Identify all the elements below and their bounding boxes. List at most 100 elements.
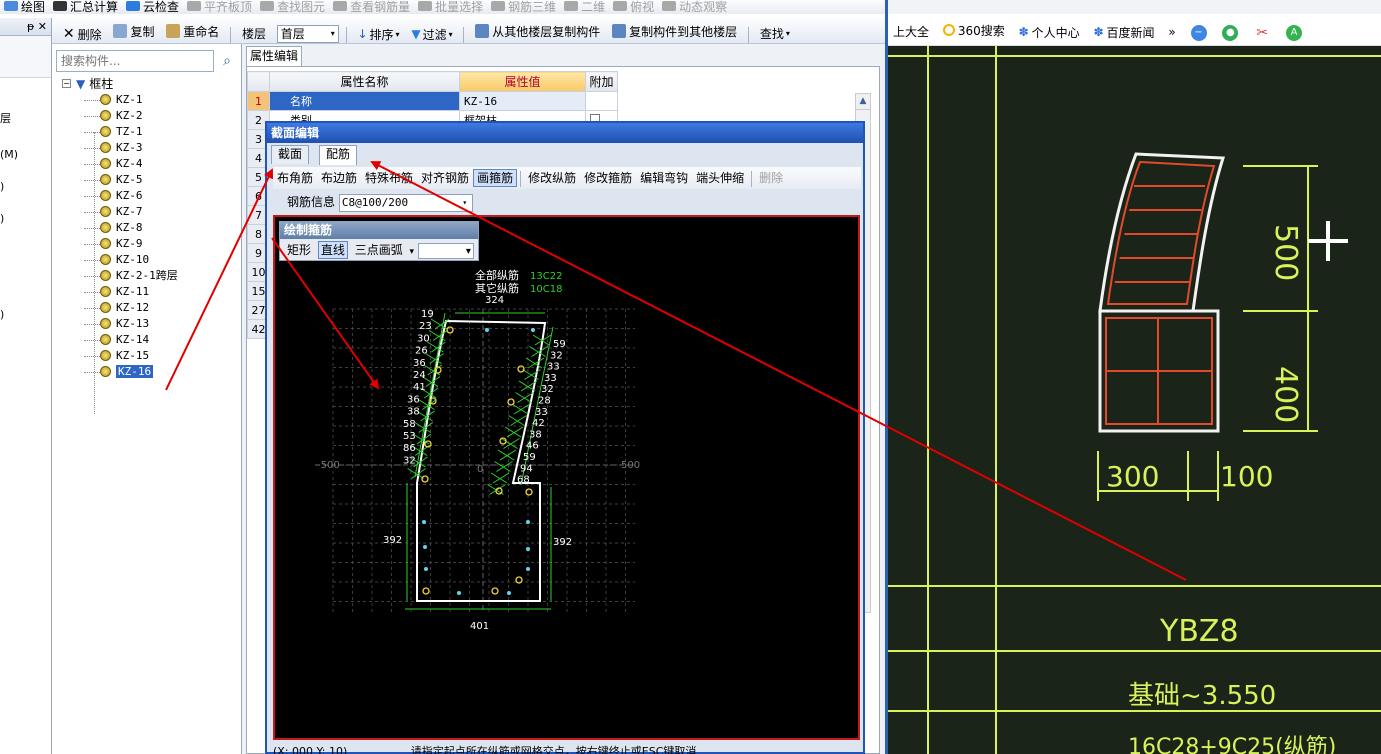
toolbar1-item[interactable]: 查看钢筋量 xyxy=(329,0,414,14)
bookmark-item[interactable]: ✽ 百度新闻 xyxy=(1088,16,1159,45)
collapse-icon[interactable]: − xyxy=(62,79,71,88)
rebar-tool-button[interactable]: 删除 xyxy=(755,171,787,185)
filter-button[interactable]: ▼ 过滤 ▾ xyxy=(407,21,456,43)
tree-item[interactable]: KZ-6 xyxy=(62,188,178,204)
green-icon[interactable]: ● xyxy=(1222,24,1239,41)
photo-column-top xyxy=(1098,152,1226,313)
minus-icon[interactable]: − xyxy=(1190,24,1207,41)
toolbar1-item[interactable]: 批量选择 xyxy=(414,0,487,14)
table-row[interactable]: 1 名称 KZ-16 xyxy=(247,91,618,111)
property-value-cell[interactable]: KZ-16 xyxy=(459,91,586,111)
copy-button[interactable]: 复制 xyxy=(109,18,158,43)
sort-button[interactable]: ↓ 排序 ▾ xyxy=(353,21,403,43)
tool-three-point-arc[interactable]: 三点画弧 xyxy=(352,243,406,257)
tool-icon xyxy=(53,1,68,11)
section-editor-dialog: 截面编辑 截面 配筋 布角筋 布边筋 特殊布筋 对齐钢筋 画箍筋 修改纵筋 修改箍筋 编辑弯钩… xyxy=(265,121,865,754)
tab-section[interactable]: 截面 xyxy=(271,145,310,164)
tree-item[interactable]: KZ-13 xyxy=(62,316,178,332)
tree-item[interactable]: KZ-10 xyxy=(62,252,178,268)
rename-button[interactable]: 重命名 xyxy=(162,18,223,43)
paw-icon: ✽ xyxy=(1018,25,1029,39)
tree-item[interactable]: KZ-2 xyxy=(62,108,178,124)
copy-to-floor-button[interactable]: 复制构件到其他楼层 xyxy=(608,18,741,43)
component-search-input[interactable] xyxy=(56,50,214,72)
chevron-down-icon: ▾ xyxy=(448,29,453,39)
status-coordinate: (X: 000 Y: 10) xyxy=(273,745,348,754)
tool-icon xyxy=(126,1,141,11)
search-icon[interactable]: ⌕ xyxy=(216,50,238,72)
tree-item[interactable]: KZ-14 xyxy=(62,332,178,348)
toolbar1-item[interactable]: 汇总计算 xyxy=(49,0,122,14)
panel-pin-close[interactable]: ᵽ ✕ xyxy=(0,18,51,36)
rebar-info-select[interactable]: C8@100/200 ▾ xyxy=(338,193,473,212)
floor-list-item[interactable]: ) xyxy=(0,308,4,321)
rebar-tool-button[interactable]: 对齐钢筋 xyxy=(417,171,473,185)
tree-item[interactable]: KZ-9 xyxy=(62,236,178,252)
toolbar1-item[interactable]: 二维 xyxy=(560,0,609,14)
property-extra-cell[interactable] xyxy=(585,91,618,111)
toolbar1-item[interactable]: 动态观察 xyxy=(658,0,731,14)
copy-from-floor-button[interactable]: 从其他楼层复制构件 xyxy=(471,18,604,43)
other-rebar-dot xyxy=(485,328,489,332)
cad-drawing[interactable]: -500 500 0 全部纵筋 13C22 其它纵筋 10C18 324 401 392 392 19… xyxy=(275,217,858,738)
tree-item[interactable]: KZ-8 xyxy=(62,220,178,236)
floor-select[interactable]: 首层 ▾ xyxy=(276,24,339,43)
tree-root-frame-column[interactable]: − ▼ 框柱 xyxy=(62,76,178,92)
left-dim-mark: 23 xyxy=(419,321,432,332)
tree-item[interactable]: KZ-1 xyxy=(62,92,178,108)
right-dim-mark: 94 xyxy=(520,463,533,474)
tree-item[interactable]: KZ-3 xyxy=(62,140,178,156)
floor-list-item[interactable]: 层 xyxy=(0,110,11,126)
bookmark-item[interactable]: ✽ 个人中心 xyxy=(1014,16,1085,45)
draw-option-select[interactable] xyxy=(417,241,474,263)
floor-list-item[interactable]: ) xyxy=(0,212,4,225)
scroll-up-icon[interactable]: ▲ xyxy=(856,94,870,110)
row-number-header xyxy=(247,71,270,92)
tool-line[interactable]: 直线 xyxy=(317,241,348,259)
dim-tick xyxy=(510,415,527,426)
rebar-tool-button[interactable]: 修改箍筋 xyxy=(580,171,636,185)
tree-item[interactable]: KZ-4 xyxy=(62,156,178,172)
floor-list-item[interactable]: (M) xyxy=(0,148,18,161)
tree-item[interactable]: TZ-1 xyxy=(62,124,178,140)
bookmark-item[interactable]: 上大全 xyxy=(888,16,934,46)
toolbar1-item[interactable]: 查找图元 xyxy=(256,0,329,14)
toolbar1-item[interactable]: 平齐板顶 xyxy=(183,0,256,14)
scissors-icon[interactable]: ✂ xyxy=(1254,24,1271,41)
rebar-tool-button[interactable]: 布角筋 xyxy=(273,171,317,185)
rebar-tool-button[interactable]: 修改纵筋 xyxy=(524,171,580,185)
tool-rectangle[interactable]: 矩形 xyxy=(284,243,314,257)
chevron-down-icon[interactable]: ▾ xyxy=(410,247,415,257)
rebar-tool-button[interactable]: 画箍筋 xyxy=(473,169,518,187)
tree-item[interactable]: KZ-11 xyxy=(62,284,178,300)
left-dim-mark: 53 xyxy=(403,431,416,442)
toolbar1-item[interactable]: 绘图 xyxy=(0,0,49,14)
toolbar1-item[interactable]: 钢筋三维 xyxy=(487,0,560,14)
rebar-tool-button[interactable]: 布边筋 xyxy=(317,171,361,185)
tree-item[interactable]: KZ-2-1跨层 xyxy=(62,268,178,284)
rebar-tool-button[interactable]: 端头伸缩 xyxy=(692,171,748,185)
right-dim-mark: 32 xyxy=(541,384,554,395)
rebar-tool-button[interactable]: 特殊布筋 xyxy=(361,171,417,185)
floor-list-item[interactable]: ) xyxy=(0,180,4,193)
other-rebar-dot xyxy=(507,591,511,595)
toolbar1-item[interactable]: 云检查 xyxy=(122,0,183,14)
tab-property-edit[interactable]: 属性编辑 xyxy=(246,46,302,66)
translate-icon[interactable]: A xyxy=(1286,24,1303,41)
delete-button[interactable]: ✕ 删除 xyxy=(59,21,106,43)
section-canvas[interactable]: -500 500 0 全部纵筋 13C22 其它纵筋 10C18 324 401 392 392 19… xyxy=(273,215,860,740)
tree-item[interactable]: KZ-15 xyxy=(62,348,178,364)
bookmarks-more[interactable]: » xyxy=(1163,16,1180,45)
bookmark-item[interactable]: 360搜索 xyxy=(938,14,1010,45)
tree-item[interactable]: KZ-16 xyxy=(62,364,178,380)
tree-item[interactable]: KZ-5 xyxy=(62,172,178,188)
tab-rebar[interactable]: 配筋 xyxy=(319,145,358,165)
tree-item[interactable]: KZ-12 xyxy=(62,300,178,316)
property-name-cell[interactable]: 名称 xyxy=(269,91,460,111)
toolbar1-item[interactable]: 俯视 xyxy=(609,0,658,14)
rebar-tool-button[interactable]: 编辑弯钩 xyxy=(636,171,692,185)
photo-dim-300: 300 xyxy=(1106,460,1159,493)
find-button[interactable]: 查找 ▾ xyxy=(756,21,794,44)
tree-item[interactable]: KZ-7 xyxy=(62,204,178,220)
tool-icon xyxy=(333,1,348,11)
